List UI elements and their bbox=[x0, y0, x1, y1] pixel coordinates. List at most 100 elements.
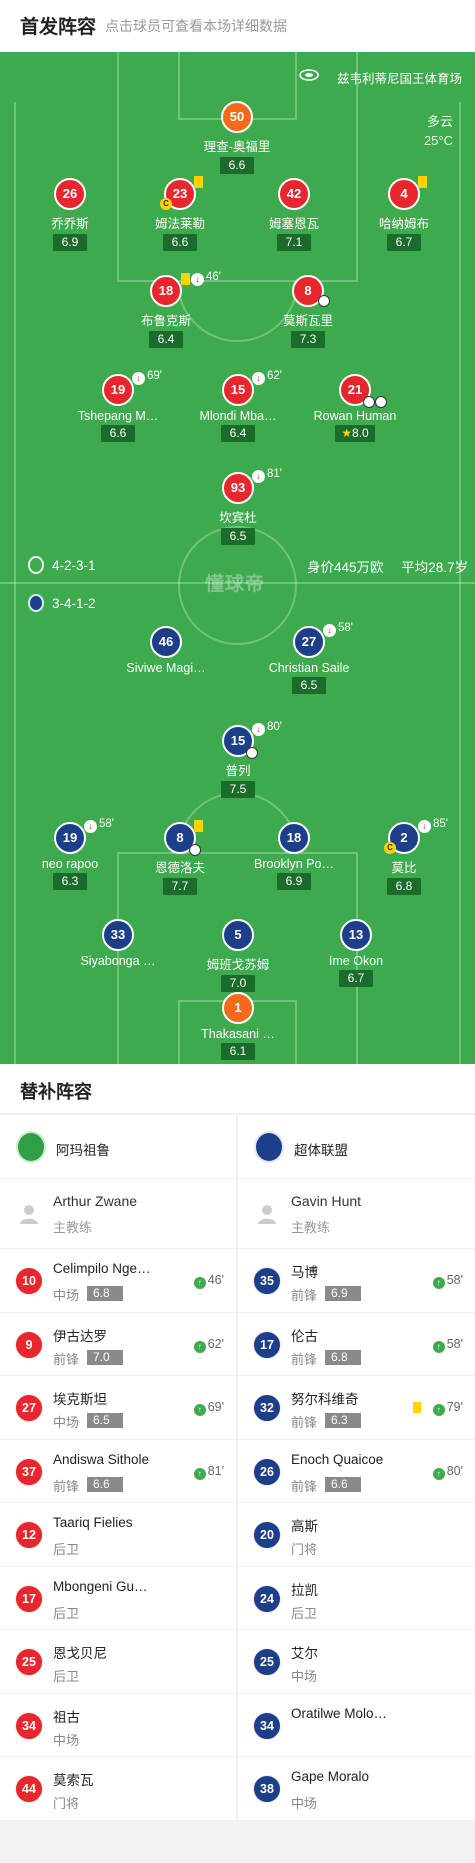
lineup-subtitle: 点击球员可查看本场详细数据 bbox=[105, 18, 287, 34]
sub-out-icon: ↓ bbox=[252, 470, 265, 483]
player-name: 普列 bbox=[225, 764, 251, 778]
player-home-10[interactable]: 93 坎宾杜 6.5 ↓ 81' bbox=[178, 468, 298, 545]
sub-player-row[interactable]: 44 莫索瓦 门将 bbox=[0, 1757, 236, 1821]
sub-player-name: Enoch Quaicoe bbox=[291, 1451, 384, 1467]
sub-player-row[interactable]: 25 艾尔 中场 bbox=[238, 1630, 475, 1694]
sub-out-icon: ↓ bbox=[252, 372, 265, 385]
sub-player-number: 17 bbox=[15, 1584, 43, 1613]
home-coach-row[interactable]: Arthur Zwane 主教练 bbox=[0, 1179, 236, 1249]
assist-icon bbox=[375, 396, 387, 408]
player-away-6[interactable]: 2 莫比 6.8 ↓ 85' C bbox=[344, 818, 464, 895]
sub-player-name: Celimpilo Nge… bbox=[53, 1261, 151, 1276]
player-number: 19 bbox=[102, 374, 134, 406]
player-name: neo rapoo bbox=[41, 857, 99, 871]
player-away-2[interactable]: 15 普列 7.5 ↓ 80' bbox=[178, 721, 298, 798]
player-away-10[interactable]: 1 Thakasani … 6.1 bbox=[178, 992, 298, 1060]
sub-player-number: 37 bbox=[15, 1457, 43, 1486]
player-away-1[interactable]: 27 Christian Saile 6.5 ↓ 58' bbox=[249, 622, 369, 694]
away-coach-row[interactable]: Gavin Hunt 主教练 bbox=[238, 1179, 475, 1249]
sub-player-name: 努尔科维奇 bbox=[291, 1392, 359, 1407]
sub-player-position: 后卫 bbox=[53, 1542, 80, 1557]
player-rating: 6.7 bbox=[387, 234, 421, 251]
sub-player-row[interactable]: 17 伦古 前锋 6.8 ↑ 58' bbox=[238, 1313, 475, 1376]
player-away-0[interactable]: 46 Siviwe Magi… bbox=[106, 626, 226, 675]
away-team-row[interactable]: 超体联盟 bbox=[238, 1115, 475, 1179]
player-away-9[interactable]: 13 Ime Okon 6.7 bbox=[296, 919, 416, 987]
player-rating: 6.6 bbox=[220, 157, 254, 174]
player-name: 莫斯瓦里 bbox=[282, 314, 333, 328]
player-number: 4 bbox=[388, 178, 420, 210]
home-team-icon bbox=[28, 556, 44, 574]
player-home-2[interactable]: 23 姆法莱勒 6.6 C bbox=[120, 176, 240, 251]
sub-player-rating: 6.5 bbox=[87, 1413, 123, 1428]
player-away-3[interactable]: 19 neo rapoo 6.3 ↓ 58' bbox=[10, 818, 130, 890]
yellow-card-icon bbox=[181, 273, 190, 285]
sub-player-number: 17 bbox=[253, 1330, 281, 1359]
sub-player-row[interactable]: 34 Oratilwe Molo… bbox=[238, 1694, 475, 1757]
player-home-0[interactable]: 50 理查-奥福里 6.6 bbox=[177, 101, 297, 174]
player-home-6[interactable]: 8 莫斯瓦里 7.3 bbox=[248, 275, 368, 348]
player-away-7[interactable]: 33 Siyabonga … bbox=[58, 919, 178, 968]
sub-player-row[interactable]: 26 Enoch Quaicoe 前锋 6.6 ↑ 80' bbox=[238, 1440, 475, 1503]
sub-player-name: Mbongeni Gu… bbox=[53, 1578, 148, 1594]
goal-ball-icon bbox=[363, 396, 375, 408]
sub-player-row[interactable]: 12 Taariq Fielies 后卫 bbox=[0, 1503, 236, 1567]
player-home-5[interactable]: 18 布鲁克斯 6.4 ↓ 46' bbox=[106, 271, 226, 348]
sub-player-number: 24 bbox=[253, 1584, 281, 1613]
away-team-name: 超体联盟 bbox=[294, 1143, 348, 1158]
player-home-4[interactable]: 4 哈纳姆布 6.7 bbox=[344, 176, 464, 251]
player-home-8[interactable]: 15 Mlondi Mba… 6.4 ↓ 62' bbox=[178, 370, 298, 442]
player-name: Thakasani … bbox=[201, 1027, 275, 1041]
player-home-1[interactable]: 26 乔乔斯 6.9 bbox=[10, 178, 130, 251]
weather-temp: 25°C bbox=[423, 133, 453, 148]
away-team-icon bbox=[28, 594, 44, 612]
player-name: Brooklyn Po… bbox=[254, 857, 334, 871]
sub-player-position: 前锋 bbox=[291, 1415, 318, 1430]
player-name: Ime Okon bbox=[328, 954, 384, 968]
sub-player-row[interactable]: 37 Andiswa Sithole 前锋 6.6 ↑ 81' bbox=[0, 1440, 236, 1503]
player-away-5[interactable]: 18 Brooklyn Po… 6.9 bbox=[234, 822, 354, 890]
sub-player-row[interactable]: 32 努尔科维奇 前锋 6.3 ↑ 79' bbox=[238, 1376, 475, 1440]
player-home-7[interactable]: 19 Tshepang M… 6.6 ↓ 69' bbox=[58, 370, 178, 442]
player-away-8[interactable]: 5 姆班戈苏姆 7.0 bbox=[178, 919, 298, 992]
player-home-9[interactable]: 21 Rowan Human ★8.0 bbox=[295, 374, 415, 442]
sub-player-row[interactable]: 20 高斯 门将 bbox=[238, 1503, 475, 1567]
weather: 多云 25°C bbox=[424, 112, 453, 150]
sub-player-row[interactable]: 17 Mbongeni Gu… 后卫 bbox=[0, 1567, 236, 1630]
sub-player-position: 中场 bbox=[291, 1796, 318, 1811]
home-team-logo-icon bbox=[16, 1131, 46, 1163]
player-rating: 6.6 bbox=[101, 425, 135, 442]
sub-player-row[interactable]: 10 Celimpilo Nge… 中场 6.8 ↑ 46' bbox=[0, 1249, 236, 1313]
sub-player-row[interactable]: 35 马博 前锋 6.9 ↑ 58' bbox=[238, 1249, 475, 1313]
sub-player-number: 20 bbox=[253, 1521, 281, 1549]
sub-in-time: ↑ 46' bbox=[193, 1273, 224, 1289]
sub-player-row[interactable]: 38 Gape Moralo 中场 bbox=[238, 1757, 475, 1821]
sub-player-row[interactable]: 27 埃克斯坦 中场 6.5 ↑ 69' bbox=[0, 1376, 236, 1440]
player-name: 乔乔斯 bbox=[51, 217, 89, 231]
player-home-3[interactable]: 42 姆塞恩瓦 7.1 bbox=[234, 178, 354, 251]
sub-player-name: 高斯 bbox=[291, 1519, 318, 1534]
player-rating: 7.1 bbox=[277, 234, 311, 251]
sub-player-position: 前锋 bbox=[291, 1288, 318, 1303]
player-name: 理查-奥福里 bbox=[203, 140, 271, 154]
sub-in-minute: 79' bbox=[446, 1400, 463, 1414]
home-team-row[interactable]: 阿玛祖鲁 bbox=[0, 1115, 236, 1179]
sub-in-minute: 58' bbox=[446, 1336, 463, 1351]
team-avg-age: 平均28.7岁 bbox=[401, 560, 469, 575]
player-away-4[interactable]: 8 恩德洛夫 7.7 bbox=[120, 820, 240, 895]
sub-player-number: 27 bbox=[15, 1394, 43, 1422]
sub-player-number: 25 bbox=[15, 1648, 43, 1676]
sub-player-row[interactable]: 24 拉凯 后卫 bbox=[238, 1567, 475, 1630]
sub-in-icon: ↑ bbox=[432, 1340, 445, 1353]
sub-in-minute: 80' bbox=[446, 1463, 463, 1478]
sub-player-row[interactable]: 34 祖古 中场 bbox=[0, 1694, 236, 1757]
sub-player-position: 前锋 bbox=[291, 1478, 318, 1494]
yellow-card-icon bbox=[418, 176, 427, 188]
sub-player-row[interactable]: 9 伊古达罗 前锋 7.0 ↑ 62' bbox=[0, 1313, 236, 1376]
sub-player-row[interactable]: 25 恩戈贝尼 后卫 bbox=[0, 1630, 236, 1694]
sub-player-position: 后卫 bbox=[53, 1605, 80, 1621]
away-formation-label: 3-4-1-2 bbox=[52, 595, 96, 611]
team-value-info: 身价445万欧 平均28.7岁 bbox=[307, 556, 468, 576]
player-number: 19 bbox=[54, 822, 86, 854]
sub-player-number: 35 bbox=[253, 1267, 281, 1295]
